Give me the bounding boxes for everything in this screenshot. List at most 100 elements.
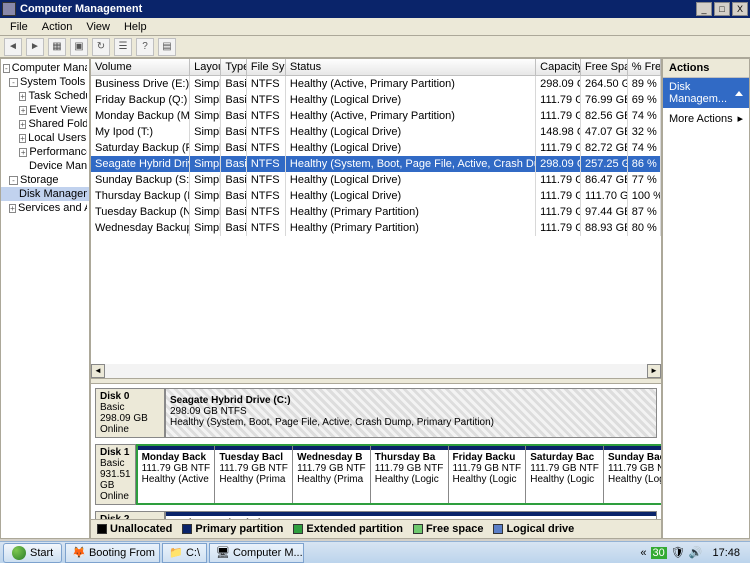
toolbar-icon[interactable]: ▦ [48, 38, 66, 56]
partition[interactable]: Thursday Ba111.79 GB NTFHealthy (Logic [371, 446, 449, 503]
volume-row[interactable]: Business Drive (E:)SimpleBasicNTFSHealth… [91, 76, 661, 92]
more-actions-label: More Actions [669, 113, 733, 125]
actions-pane: Actions Disk Managem... More Actions ▸ [662, 58, 750, 539]
col-capacity[interactable]: Capacity [536, 59, 581, 75]
start-button[interactable]: Start [3, 543, 62, 563]
maximize-button[interactable]: □ [714, 2, 730, 16]
tree-local-users[interactable]: +Local Users and [1, 131, 89, 145]
volume-row[interactable]: Seagate Hybrid Drive (C:)SimpleBasicNTFS… [91, 156, 661, 172]
windows-orb-icon [12, 546, 26, 560]
col-freespace[interactable]: Free Space [581, 59, 628, 75]
tree-disk-management[interactable]: Disk Management [1, 187, 89, 201]
back-icon[interactable]: ◄ [4, 38, 22, 56]
tree-storage[interactable]: -Storage [1, 173, 89, 187]
tree-root[interactable]: -Computer Managemen [1, 61, 89, 75]
partition[interactable]: Business Drive (E:)298.09 GB NTFSHealthy… [166, 512, 656, 520]
tree-device-manager[interactable]: Device Manager [1, 159, 89, 173]
disk-map[interactable]: Business Drive (E:)298.09 GB NTFSHealthy… [165, 511, 657, 520]
col-status[interactable]: Status [286, 59, 536, 75]
refresh-icon[interactable]: ↻ [92, 38, 110, 56]
start-label: Start [30, 547, 53, 559]
disk-header: Disk 1Basic931.51 GBOnline [95, 444, 136, 505]
clock[interactable]: 17:48 [706, 547, 746, 559]
menu-view[interactable]: View [80, 21, 116, 33]
partition[interactable]: Saturday Bac111.79 GB NTFHealthy (Logic [526, 446, 604, 503]
legend: Unallocated Primary partition Extended p… [91, 519, 661, 538]
close-button[interactable]: X [732, 2, 748, 16]
tree-services[interactable]: +Services and Applic [1, 201, 89, 215]
toolbar-icon[interactable]: ▣ [70, 38, 88, 56]
tray-icon[interactable]: 🔊 [689, 546, 703, 559]
main-content: Volume Layout Type File System Status Ca… [90, 58, 662, 539]
disk-1[interactable]: Disk 1Basic931.51 GBOnlineMonday Back111… [95, 444, 657, 505]
col-filesystem[interactable]: File System [247, 59, 286, 75]
tree-shared-folders[interactable]: +Shared Folders [1, 117, 89, 131]
legend-extended: Extended partition [306, 523, 403, 535]
tree-system-tools[interactable]: -System Tools [1, 75, 89, 89]
system-tray[interactable]: « 30 🛡 🔊 17:48 [636, 546, 750, 559]
volume-list[interactable]: Volume Layout Type File System Status Ca… [91, 59, 661, 236]
h-scrollbar[interactable]: ◄► [91, 364, 661, 378]
app-icon [2, 2, 16, 16]
disk-map[interactable]: Seagate Hybrid Drive (C:)298.09 GB NTFSH… [165, 388, 657, 438]
tray-icon[interactable]: 🛡 [671, 546, 685, 559]
actions-selected[interactable]: Disk Managem... [663, 78, 749, 108]
volume-row[interactable]: Saturday Backup (R:)SimpleBasicNTFSHealt… [91, 140, 661, 156]
chevron-right-icon: ▸ [737, 112, 743, 125]
legend-unallocated: Unallocated [110, 523, 172, 535]
disk-0[interactable]: Disk 0Basic298.09 GBOnlineSeagate Hybrid… [95, 388, 657, 438]
tray-icon[interactable]: « [640, 547, 646, 559]
partition[interactable]: Monday Back111.79 GB NTFHealthy (Active [138, 446, 216, 503]
titlebar: Computer Management _ □ X [0, 0, 750, 18]
more-actions[interactable]: More Actions ▸ [663, 108, 749, 129]
volume-row[interactable]: Sunday Backup (S:)SimpleBasicNTFSHealthy… [91, 172, 661, 188]
volume-row[interactable]: My Ipod (T:)SimpleBasicNTFSHealthy (Logi… [91, 124, 661, 140]
disk-graphical-view[interactable]: Disk 0Basic298.09 GBOnlineSeagate Hybrid… [91, 384, 661, 520]
disk-header: Disk 0Basic298.09 GBOnline [95, 388, 165, 438]
volume-row[interactable]: Thursday Backup (P:)SimpleBasicNTFSHealt… [91, 188, 661, 204]
forward-icon[interactable]: ► [26, 38, 44, 56]
taskbar[interactable]: Start 🦊Booting From ... 📁C:\ 🖥Computer M… [0, 541, 750, 563]
menu-action[interactable]: Action [36, 21, 79, 33]
disk-header: Disk 2Basic298.09 GBOnline [95, 511, 165, 520]
taskbar-item[interactable]: 🦊Booting From ... [65, 543, 160, 563]
actions-header: Actions [663, 59, 749, 78]
toolbar-icon[interactable]: ▤ [158, 38, 176, 56]
partition[interactable]: Wednesday B111.79 GB NTFHealthy (Prima [293, 446, 371, 503]
legend-logical: Logical drive [506, 523, 574, 535]
tree-task-scheduler[interactable]: +Task Scheduler [1, 89, 89, 103]
disk-2[interactable]: Disk 2Basic298.09 GBOnlineBusiness Drive… [95, 511, 657, 520]
tree-event-viewer[interactable]: +Event Viewer [1, 103, 89, 117]
volume-row[interactable]: Friday Backup (Q:)SimpleBasicNTFSHealthy… [91, 92, 661, 108]
menu-file[interactable]: File [4, 21, 34, 33]
col-layout[interactable]: Layout [190, 59, 221, 75]
partition[interactable]: Friday Backu111.79 GB NTFHealthy (Logic [449, 446, 527, 503]
volume-row[interactable]: Tuesday Backup (N:)SimpleBasicNTFSHealth… [91, 204, 661, 220]
taskbar-item[interactable]: 📁C:\ [162, 543, 207, 563]
minimize-button[interactable]: _ [696, 2, 712, 16]
tree-performance[interactable]: +Performance [1, 145, 89, 159]
partition[interactable]: Sunday Back111.79 GB NTFHealthy (Logic [604, 446, 661, 503]
taskbar-item[interactable]: 🖥Computer M... [209, 543, 304, 563]
collapse-icon [735, 91, 743, 96]
partition[interactable]: Tuesday Bacl111.79 GB NTFHealthy (Prima [215, 446, 293, 503]
actions-selected-label: Disk Managem... [669, 81, 735, 105]
col-volume[interactable]: Volume [91, 59, 190, 75]
help-icon[interactable]: ? [136, 38, 154, 56]
toolbar-icon[interactable]: ☰ [114, 38, 132, 56]
tray-icon[interactable]: 30 [651, 547, 667, 559]
legend-primary: Primary partition [195, 523, 283, 535]
legend-free: Free space [426, 523, 483, 535]
menu-bar: File Action View Help [0, 18, 750, 36]
col-pctfree[interactable]: % Fre [628, 59, 661, 75]
col-type[interactable]: Type [221, 59, 246, 75]
navigation-tree[interactable]: -Computer Managemen -System Tools +Task … [0, 58, 90, 539]
window-title: Computer Management [20, 3, 694, 15]
disk-map[interactable]: Monday Back111.79 GB NTFHealthy (ActiveT… [136, 444, 661, 505]
toolbar: ◄ ► ▦ ▣ ↻ ☰ ? ▤ [0, 36, 750, 58]
volume-row[interactable]: Wednesday Backup (O:)SimpleBasicNTFSHeal… [91, 220, 661, 236]
volume-list-header: Volume Layout Type File System Status Ca… [91, 59, 661, 76]
partition[interactable]: Seagate Hybrid Drive (C:)298.09 GB NTFSH… [166, 389, 656, 437]
volume-row[interactable]: Monday Backup (M:)SimpleBasicNTFSHealthy… [91, 108, 661, 124]
menu-help[interactable]: Help [118, 21, 153, 33]
